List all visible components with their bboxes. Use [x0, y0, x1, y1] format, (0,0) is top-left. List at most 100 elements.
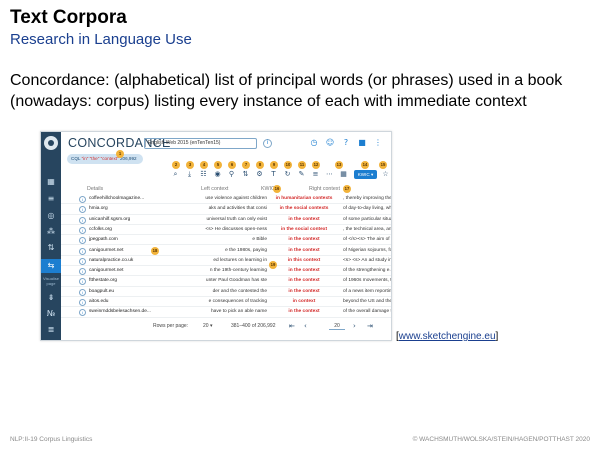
row-kwic[interactable]: in the context — [269, 307, 339, 317]
table-row[interactable]: i coffeehillchoolmagazine... use violence … — [61, 194, 391, 205]
row-kwic[interactable]: in the context — [269, 276, 339, 286]
badge: 18 — [151, 247, 159, 255]
row-left-context: unter Paul Goodman has ste — [205, 278, 267, 284]
filter-icon[interactable]: ⚲ — [227, 170, 236, 179]
star-icon[interactable]: ☆ — [381, 170, 390, 179]
row-kwic[interactable]: in context — [269, 297, 339, 307]
page-range: 381–400 of 206,992 — [231, 323, 276, 329]
row-right-context: of 1960s movements, the m — [343, 278, 391, 284]
row-kwic[interactable]: in the context — [269, 246, 339, 256]
row-info-icon[interactable]: i — [79, 247, 86, 255]
eye-icon[interactable]: ◉ — [213, 170, 222, 179]
row-info-icon[interactable]: i — [79, 216, 86, 224]
row-left-context: n the 19th-century learning — [209, 268, 267, 274]
row-kwic[interactable]: in the social context — [269, 225, 339, 235]
lines-icon[interactable]: ≡ — [311, 170, 320, 179]
filter-icon[interactable]: ⇟ — [46, 294, 56, 302]
table-row[interactable]: i ccfolks.org <s> He discusses open-ness in… — [61, 225, 392, 236]
grid-icon[interactable]: ▦ — [339, 170, 348, 179]
wordlist-icon[interactable]: № — [46, 310, 56, 318]
table-row[interactable]: i canigourmet.net n the 19th-century learn… — [61, 266, 391, 277]
first-page-icon[interactable]: ⇤ — [289, 322, 295, 330]
frequency-icon[interactable]: ↻ — [283, 170, 292, 179]
help-icon[interactable]: ? — [341, 138, 351, 148]
rows-per-page-select[interactable]: 20 ▾ — [203, 323, 212, 329]
row-left-context: ed lectures on learning in — [213, 257, 267, 263]
text-icon[interactable]: T — [269, 170, 278, 179]
source-link[interactable]: [www.sketchengine.eu] — [396, 331, 498, 342]
badge: 14 — [361, 161, 369, 169]
bookmark-icon[interactable]: ☷ — [199, 170, 208, 179]
row-info-icon[interactable]: i — [79, 237, 86, 245]
table-row[interactable]: i unicanhilf.sgsm.org universal truth can … — [61, 215, 391, 225]
next-page-icon[interactable]: › — [353, 322, 356, 330]
info-icon[interactable]: i — [263, 139, 272, 148]
row-info-icon[interactable]: i — [79, 196, 86, 203]
history-icon[interactable]: ◷ — [309, 138, 319, 148]
header-left-context: Left context — [201, 186, 229, 192]
table-row[interactable]: i aitos.edu e consequences of tracking in c… — [61, 297, 391, 308]
network-icon[interactable]: ⁂ — [46, 228, 56, 236]
concordance-screenshot: ▦ ≡ ◎ ⁂ ⇅ ⇆ Visualise page ⇟ № ≣ CONCORD… — [40, 131, 392, 341]
row-info-icon[interactable]: i — [79, 206, 86, 214]
row-info-icon[interactable]: i — [79, 299, 86, 306]
kwic-button[interactable]: KWIC ▾ — [354, 170, 377, 179]
query-chip[interactable]: CQL "in" "the" "context" 206,992 — [67, 154, 143, 164]
table-row[interactable]: i sweinrnddsbelesachsen.de... have to pick… — [61, 307, 391, 318]
collocation-icon[interactable]: ✎ — [297, 170, 306, 179]
badge: 13 — [335, 161, 343, 169]
table-row[interactable]: i naturalpractice.co.uk ed lectures on lea… — [61, 256, 391, 267]
row-details: jpegpath.com — [89, 237, 118, 243]
list-icon[interactable]: ≡ — [46, 195, 56, 203]
table-row[interactable]: i hmia.org aks and activities that consi in… — [61, 204, 392, 215]
table-row[interactable]: i ftthestate.org unter Paul Goodman has st… — [61, 276, 391, 287]
table-row[interactable]: i boagpult.eu der and the contested the in … — [61, 287, 391, 297]
header-right-context: Right context — [309, 186, 340, 192]
row-info-icon[interactable]: i — [79, 288, 86, 296]
badge: 17 — [343, 185, 351, 193]
row-details: boagpult.eu — [89, 288, 115, 294]
table-row[interactable]: i canigourmet.net e the 1980s, paying in th… — [61, 246, 391, 256]
logo-icon[interactable] — [44, 136, 58, 150]
target-icon[interactable]: ◎ — [46, 212, 56, 220]
feedback-icon[interactable]: ■ — [357, 138, 367, 148]
badge: 8 — [256, 161, 264, 169]
row-kwic[interactable]: in the social contexts — [269, 204, 339, 214]
row-right-context: of day-to-day living, whether — [343, 206, 392, 212]
row-kwic[interactable]: in the context — [269, 215, 339, 225]
row-kwic[interactable]: in this context — [269, 256, 339, 266]
row-info-icon[interactable]: i — [79, 226, 86, 234]
row-info-icon[interactable]: i — [79, 278, 86, 286]
more-icon[interactable]: ⋯ — [325, 170, 334, 179]
menu-icon[interactable]: ⋮ — [373, 138, 383, 148]
row-kwic[interactable]: in the context — [269, 235, 339, 245]
ngram-icon[interactable]: ≣ — [46, 326, 56, 334]
prev-page-icon[interactable]: ‹ — [304, 322, 307, 330]
row-left-context: e the 1980s, paying — [225, 247, 267, 253]
sort-icon[interactable]: ⇅ — [241, 170, 250, 179]
row-kwic[interactable]: in humanitarian contexts — [269, 194, 339, 204]
page-input[interactable]: 20 — [329, 322, 345, 330]
row-info-icon[interactable]: i — [79, 309, 86, 317]
row-right-context: of some particular situation — [343, 216, 391, 222]
row-info-icon[interactable]: i — [79, 257, 86, 265]
badge: 7 — [242, 161, 250, 169]
side-label: Visualise page — [43, 276, 59, 286]
user-icon[interactable]: ☺ — [325, 138, 335, 148]
row-kwic[interactable]: in the context — [269, 287, 339, 297]
concordance-icon[interactable]: ⇆ — [41, 259, 61, 273]
corpus-selector[interactable]: English Web 2015 (enTenTen15) — [144, 138, 257, 149]
search-icon[interactable]: ⌕ — [171, 170, 180, 179]
row-kwic[interactable]: in the context — [269, 266, 339, 276]
source-link-text[interactable]: www.sketchengine.eu — [399, 331, 496, 342]
row-right-context: , the technical area, and educ — [343, 226, 392, 232]
gear-icon[interactable]: ⚙ — [255, 170, 264, 179]
dashboard-icon[interactable]: ▦ — [46, 178, 56, 186]
badge: 10 — [284, 161, 292, 169]
row-details: unicanhilf.sgsm.org — [89, 216, 131, 222]
download-icon[interactable]: ⤓ — [185, 170, 194, 179]
sort-icon[interactable]: ⇅ — [46, 244, 56, 252]
table-row[interactable]: i jpegpath.com e Bible in the context of </s… — [61, 235, 391, 246]
last-page-icon[interactable]: ⇥ — [367, 322, 373, 330]
row-info-icon[interactable]: i — [79, 268, 86, 276]
